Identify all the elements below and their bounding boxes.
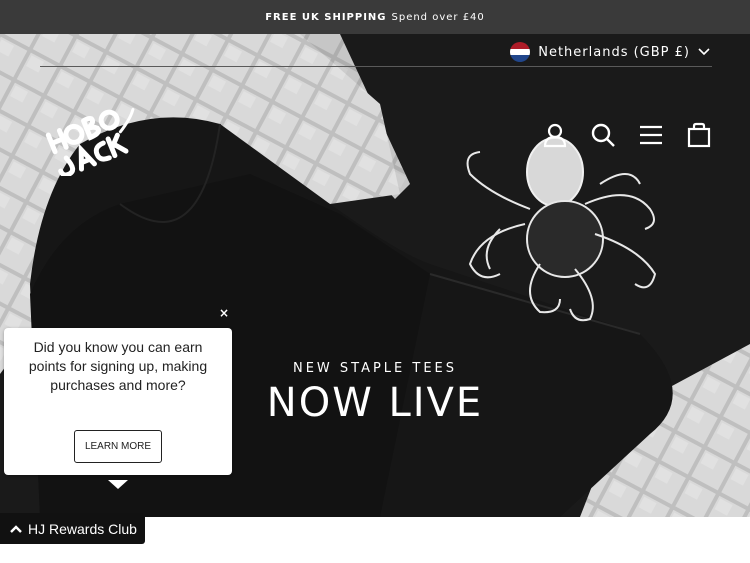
search-icon[interactable] <box>590 122 616 148</box>
rewards-label: HJ Rewards Club <box>28 520 137 537</box>
popup-message: Did you know you can earn points for sig… <box>28 339 208 393</box>
learn-more-button[interactable]: LEARN MORE <box>74 430 162 463</box>
header-icons <box>542 122 712 148</box>
locale-label: Netherlands (GBP £) <box>538 44 690 60</box>
rewards-club-launcher[interactable]: HJ Rewards Club <box>0 513 145 544</box>
header-divider <box>40 66 712 67</box>
popup-close-button[interactable]: × <box>218 307 230 319</box>
announcement-light: Spend over £40 <box>391 11 485 23</box>
hobo-jack-logo[interactable] <box>44 96 144 176</box>
account-icon[interactable] <box>542 122 568 148</box>
locale-selector[interactable]: Netherlands (GBP £) <box>510 42 710 62</box>
rewards-popup: Did you know you can earn points for sig… <box>4 328 232 475</box>
announcement-strong: FREE UK SHIPPING <box>265 11 387 23</box>
chevron-down-icon <box>698 48 710 56</box>
announcement-bar: FREE UK SHIPPING Spend over £40 <box>0 0 750 34</box>
popup-pointer <box>108 480 128 489</box>
netherlands-flag-icon <box>510 42 531 62</box>
menu-icon[interactable] <box>638 122 664 148</box>
cart-icon[interactable] <box>686 122 712 148</box>
chevron-up-icon <box>10 524 22 533</box>
